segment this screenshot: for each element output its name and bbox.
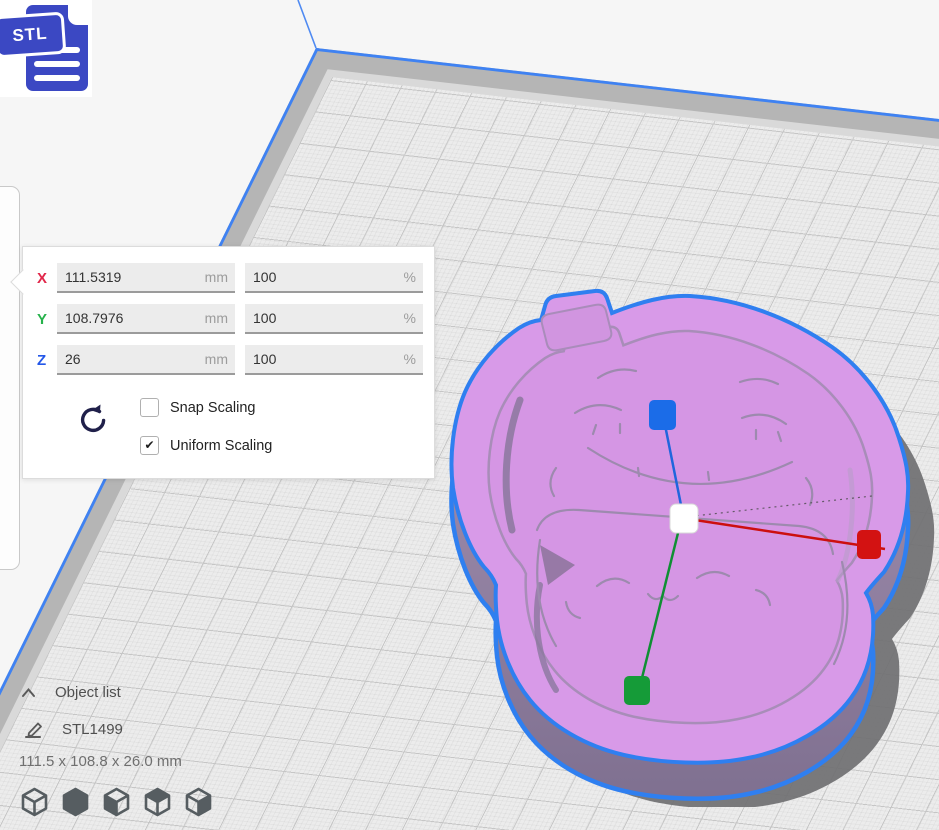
stl-file-thumbnail: STL <box>0 0 92 97</box>
scale-handle-z-icon[interactable] <box>649 400 676 430</box>
y-size-input[interactable] <box>57 304 235 332</box>
scale-handle-y-icon[interactable] <box>624 676 650 705</box>
cube-top-face-icon <box>144 787 171 817</box>
z-percent-field: % <box>245 345 423 375</box>
cube-solid-icon <box>62 787 89 817</box>
x-percent-input[interactable] <box>245 263 423 291</box>
uniform-scaling-checkbox[interactable]: ✔ <box>140 436 159 455</box>
snap-scaling-label: Snap Scaling <box>170 399 256 416</box>
view-top-button[interactable] <box>100 786 133 819</box>
scale-handle-center-icon[interactable] <box>669 503 699 534</box>
object-list-item[interactable]: STL1499 <box>62 721 123 738</box>
y-percent-field: % <box>245 304 423 334</box>
snap-scaling-checkbox[interactable] <box>140 398 159 417</box>
axis-rows: X mm % Y mm % <box>23 247 434 375</box>
y-size-field: mm <box>57 304 235 334</box>
view-left-button[interactable] <box>141 786 174 819</box>
stl-label-badge: STL <box>0 11 67 59</box>
z-percent-input[interactable] <box>245 345 423 373</box>
axis-x-label: X <box>37 269 48 287</box>
object-list-header[interactable]: Object list <box>55 684 121 701</box>
camera-view-toolbar <box>18 786 215 819</box>
model-scene <box>430 288 935 807</box>
view-3d-button[interactable] <box>18 786 51 819</box>
cube-left-face-icon <box>103 787 130 817</box>
page-fold-icon <box>68 5 88 25</box>
selection-dimensions: 111.5 x 108.8 x 26.0 mm <box>19 753 182 770</box>
cura-3d-viewport: STL X mm % Y mm <box>0 0 939 830</box>
axis-row-x: X mm % <box>37 263 434 293</box>
view-right-button[interactable] <box>182 786 215 819</box>
stl-label: STL <box>11 23 49 46</box>
uniform-scaling-label: Uniform Scaling <box>170 437 273 454</box>
model-stl1499[interactable] <box>452 288 909 799</box>
cube-outline-icon <box>21 787 48 817</box>
axis-y-label: Y <box>37 310 48 328</box>
collapse-chevron-icon[interactable] <box>21 687 36 698</box>
snap-scaling-row: Snap Scaling <box>140 398 255 417</box>
axis-row-y: Y mm % <box>37 304 434 334</box>
doc-line <box>34 61 80 67</box>
x-percent-field: % <box>245 263 423 293</box>
axis-z-label: Z <box>37 351 47 369</box>
x-size-field: mm <box>57 263 235 293</box>
reset-arrow-icon <box>80 404 106 433</box>
scale-handle-x-icon[interactable] <box>857 530 881 559</box>
scale-tool-panel: X mm % Y mm % <box>10 246 435 479</box>
y-percent-input[interactable] <box>245 304 423 332</box>
cube-right-face-icon <box>185 787 212 817</box>
z-size-input[interactable] <box>57 345 235 373</box>
view-front-button[interactable] <box>59 786 92 819</box>
tool-panel-edge <box>0 186 20 570</box>
axis-row-z: Z mm % <box>37 345 434 375</box>
x-size-input[interactable] <box>57 263 235 291</box>
reset-scale-button[interactable] <box>75 403 111 439</box>
uniform-scaling-row: ✔ Uniform Scaling <box>140 436 272 455</box>
z-size-field: mm <box>57 345 235 375</box>
edit-pencil-icon[interactable] <box>24 720 45 739</box>
doc-line <box>34 75 80 81</box>
